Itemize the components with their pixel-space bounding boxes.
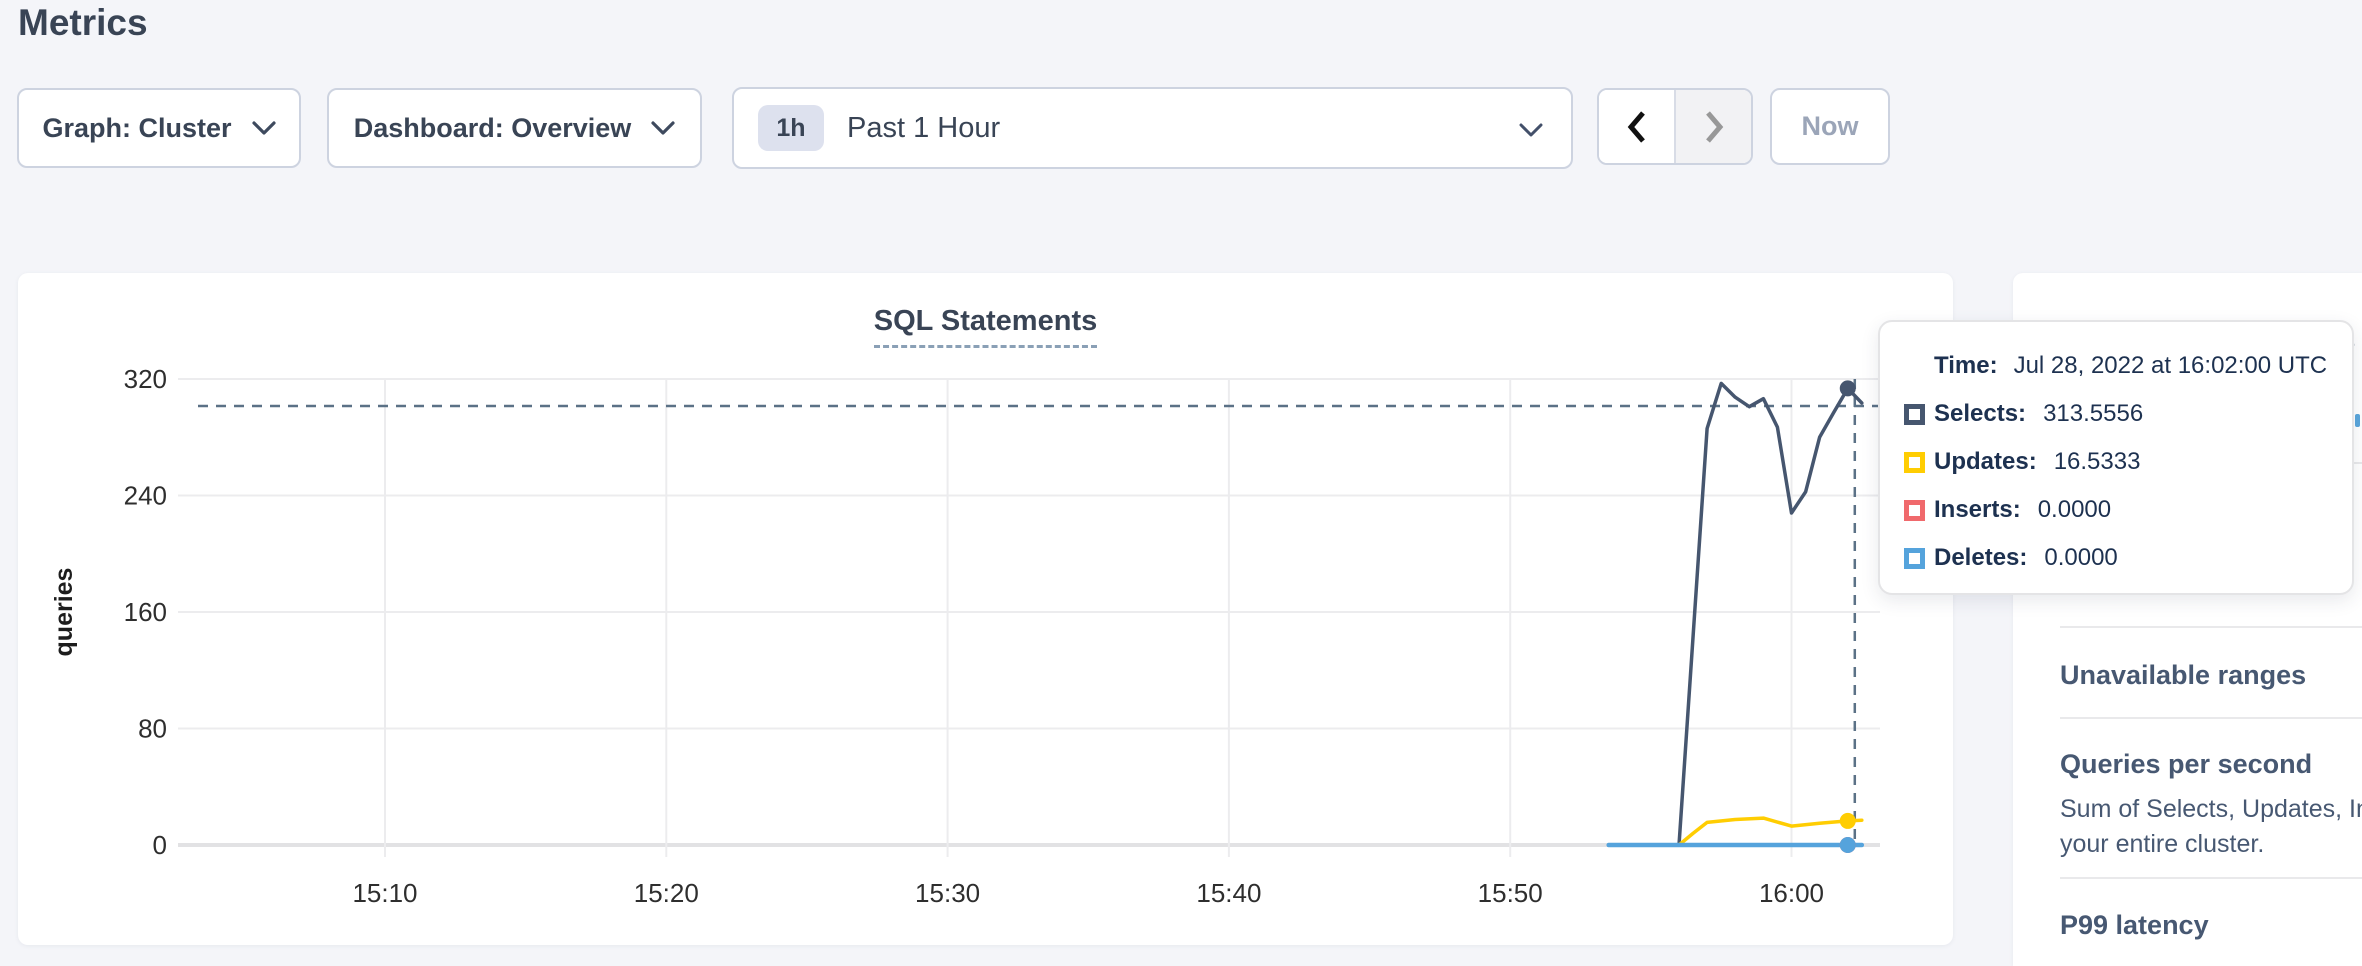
time-range-badge: 1h: [758, 105, 824, 151]
tooltip-series-value: 16.5333: [2054, 448, 2141, 476]
svg-text:15:20: 15:20: [634, 878, 699, 908]
svg-text:0: 0: [153, 830, 167, 860]
tooltip-row-deletes: Deletes: 0.0000: [1904, 544, 2332, 572]
chart-hover-tooltip: Time: Jul 28, 2022 at 16:02:00 UTC Selec…: [1878, 320, 2354, 595]
deletes-legend-swatch: [1904, 548, 1925, 569]
chart-title[interactable]: SQL Statements: [874, 305, 1097, 348]
next-time-button[interactable]: [1674, 90, 1751, 163]
page-title: Metrics: [18, 2, 148, 44]
sql-statements-card: 0 80 160 240 320 15:10 15:20 15:30 15:40 15:50 16:…: [18, 273, 1953, 945]
now-button[interactable]: Now: [1770, 88, 1890, 165]
tooltip-series-label: Deletes:: [1934, 544, 2027, 572]
previous-time-button[interactable]: [1599, 90, 1674, 163]
time-range-selector[interactable]: 1h Past 1 Hour: [732, 87, 1573, 169]
summary-heading-p99-latency: P99 latency: [2060, 910, 2362, 941]
tooltip-row-updates: Updates: 16.5333: [1904, 448, 2332, 476]
tooltip-series-value: 0.0000: [2038, 496, 2111, 524]
tooltip-series-label: Updates:: [1934, 448, 2037, 476]
tooltip-series-label: Inserts:: [1934, 496, 2021, 524]
chevron-down-icon: [651, 121, 675, 136]
time-step-buttons: [1597, 88, 1753, 165]
tooltip-time-label: Time:: [1934, 352, 1998, 380]
summary-heading-unavailable-ranges: Unavailable ranges: [2060, 660, 2362, 691]
tooltip-time-value: Jul 28, 2022 at 16:02:00 UTC: [2014, 352, 2328, 380]
chevron-down-icon: [1519, 123, 1543, 138]
selects-legend-swatch: [1904, 404, 1925, 425]
tooltip-series-value: 0.0000: [2044, 544, 2117, 572]
graph-scope-label: Graph: Cluster: [42, 113, 231, 144]
chart-title-wrap: SQL Statements: [18, 305, 1953, 348]
tooltip-row-selects: Selects: 313.5556: [1904, 400, 2332, 428]
sql-statements-chart[interactable]: 0 80 160 240 320 15:10 15:20 15:30 15:40 15:50 16:…: [18, 273, 1953, 945]
tooltip-time-row: Time: Jul 28, 2022 at 16:02:00 UTC: [1934, 352, 2332, 380]
chevron-down-icon: [252, 121, 276, 136]
dashboard-dropdown[interactable]: Dashboard: Overview: [327, 88, 702, 168]
updates-legend-swatch: [1904, 452, 1925, 473]
inserts-legend-swatch: [1904, 500, 1925, 521]
dashboard-label: Dashboard: Overview: [354, 113, 632, 144]
clipped-link-fragment: [2355, 414, 2360, 427]
summary-body-line: your entire cluster.: [2060, 827, 2362, 862]
svg-text:15:50: 15:50: [1478, 878, 1543, 908]
tooltip-series-value: 313.5556: [2043, 400, 2143, 428]
svg-text:16:00: 16:00: [1759, 878, 1824, 908]
svg-text:queries: queries: [50, 568, 78, 657]
svg-text:15:40: 15:40: [1196, 878, 1261, 908]
tooltip-series-label: Selects:: [1934, 400, 2026, 428]
svg-text:320: 320: [124, 364, 167, 394]
clipped-text-fragment: a: [2354, 322, 2362, 352]
svg-text:240: 240: [124, 481, 167, 511]
summary-heading-queries-per-second: Queries per second: [2060, 749, 2362, 780]
tooltip-row-inserts: Inserts: 0.0000: [1904, 496, 2332, 524]
divider: [2060, 717, 2362, 719]
divider: [2060, 877, 2362, 879]
svg-text:15:10: 15:10: [352, 878, 417, 908]
time-range-label: Past 1 Hour: [847, 112, 1000, 145]
divider: [2060, 626, 2362, 628]
svg-text:15:30: 15:30: [915, 878, 980, 908]
svg-text:160: 160: [124, 597, 167, 627]
svg-text:80: 80: [138, 714, 167, 744]
chevron-left-icon: [1624, 109, 1650, 145]
graph-scope-dropdown[interactable]: Graph: Cluster: [17, 88, 301, 168]
summary-body-line: Sum of Selects, Updates, Inser: [2060, 792, 2362, 827]
chevron-right-icon: [1701, 109, 1727, 145]
